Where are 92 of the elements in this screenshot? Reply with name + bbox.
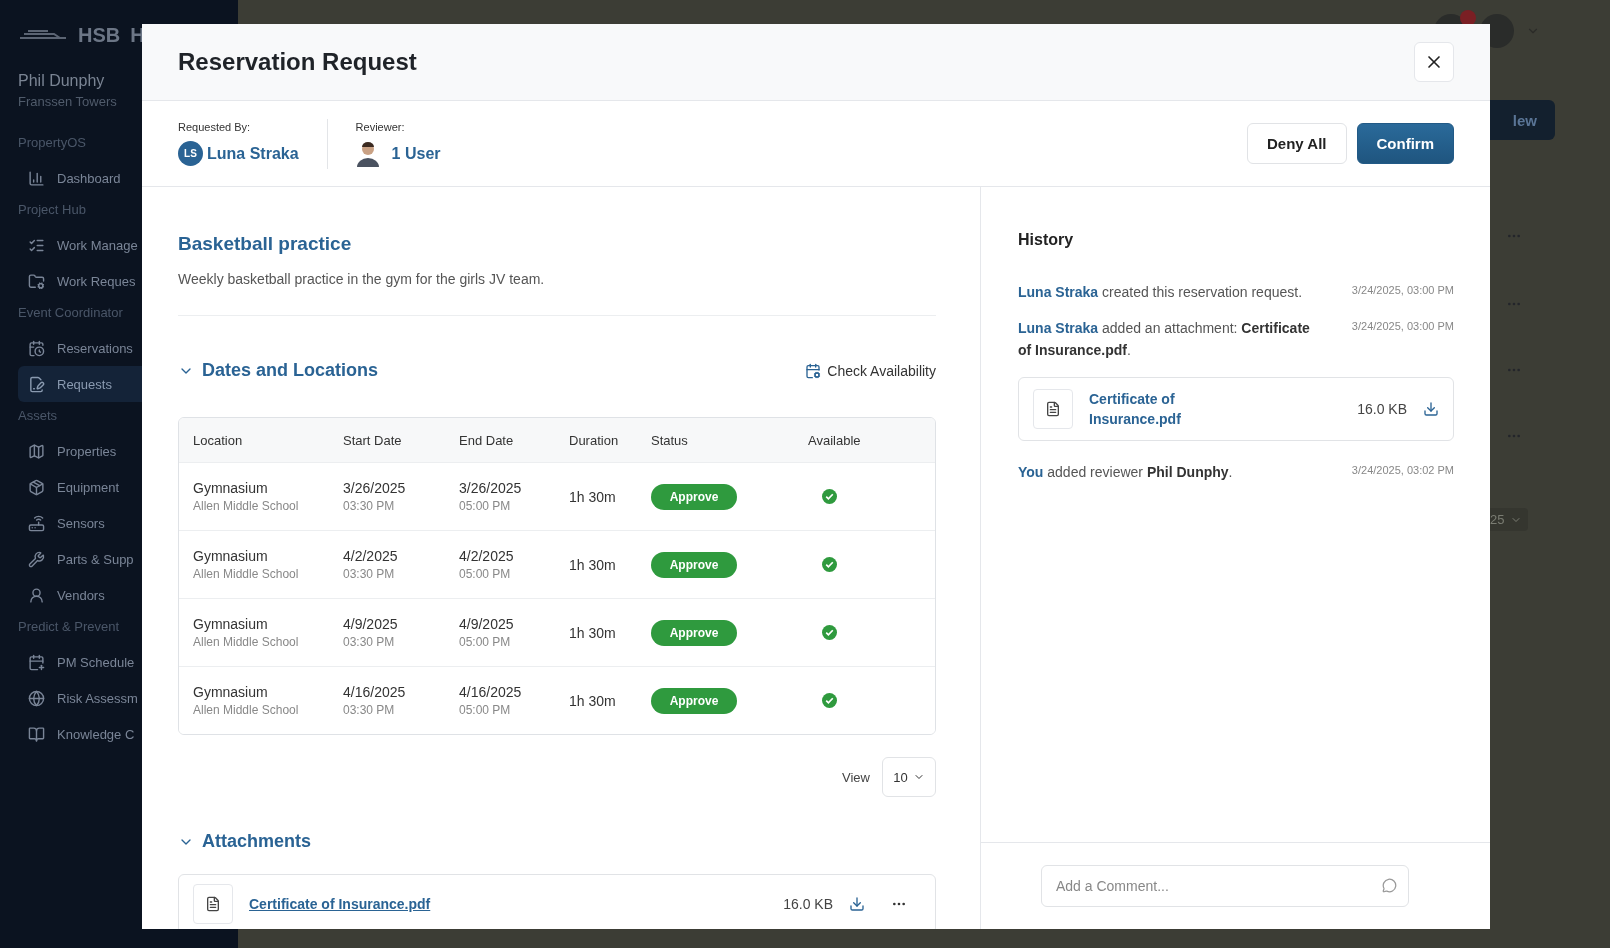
end-time: 05:00 PM: [459, 635, 512, 649]
column-header: End Date: [459, 432, 515, 448]
folder-icon: [28, 272, 45, 290]
end-date: 4/9/2025: [459, 616, 515, 632]
start-time: 03:30 PM: [343, 703, 396, 717]
property-name: Franssen Towers: [18, 94, 118, 109]
duration: 1h 30m: [569, 556, 617, 573]
person-icon: [28, 586, 45, 604]
start-time: 03:30 PM: [343, 567, 396, 581]
sidebar-section-title: PropertyOS: [18, 135, 86, 150]
column-header: Duration: [569, 432, 620, 448]
sidebar-section-title: Project Hub: [18, 202, 86, 217]
start-date: 4/2/2025: [343, 548, 399, 564]
event-title: Basketball practice: [178, 233, 353, 255]
tools-icon: [28, 550, 45, 568]
file-icon: [193, 884, 233, 924]
calendar-gear-icon: [805, 362, 822, 379]
bar-chart-icon: [28, 169, 45, 187]
calendar-plus-icon: [28, 653, 45, 671]
approve-button[interactable]: Approve: [651, 551, 737, 578]
approve-button[interactable]: Approve: [651, 483, 737, 510]
school-name: Allen Middle School: [193, 499, 300, 513]
start-time: 03:30 PM: [343, 499, 396, 513]
dialog-title: Reservation Request: [178, 48, 417, 76]
attachment-link[interactable]: Certificate of Insurance.pdf: [249, 896, 768, 912]
timestamp: 3/24/2025, 03:00 PM: [1351, 283, 1454, 298]
end-time: 05:00 PM: [459, 499, 512, 513]
event-description: Weekly basketball practice in the gym for the girls JV team.: [178, 271, 936, 316]
history-entry: Luna Straka added an attachment: Certificate of Insurance.pdf.: [1018, 319, 1310, 360]
column-header: Status: [651, 432, 689, 448]
deny-button[interactable]: Deny All: [1247, 123, 1347, 164]
column-header: Available: [808, 432, 862, 448]
close-button[interactable]: [1414, 42, 1454, 82]
duration: 1h 30m: [569, 488, 617, 505]
section-toggle[interactable]: Attachments: [178, 831, 312, 852]
school-name: Allen Middle School: [193, 703, 300, 717]
person-avatar: [355, 140, 380, 167]
logo-text: HSB: [78, 23, 121, 47]
start-time: 03:30 PM: [343, 635, 396, 649]
duration: 1h 30m: [569, 692, 617, 709]
check-availability-button[interactable]: Check Availability: [805, 362, 936, 379]
router-icon: [28, 514, 45, 532]
file-size: 16.0 KB: [1357, 401, 1407, 417]
end-date: 4/2/2025: [459, 548, 515, 564]
page-size-select[interactable]: 10: [882, 757, 936, 797]
column-header: Start Date: [343, 432, 403, 448]
sidebar-section-title: Assets: [18, 408, 57, 423]
end-time: 05:00 PM: [459, 567, 512, 581]
file-size: 16.0 KB: [783, 896, 833, 912]
history-title: History: [1018, 231, 1075, 249]
calendar-icon: [28, 339, 45, 357]
timestamp: 3/24/2025, 03:00 PM: [1351, 319, 1454, 334]
confirm-button[interactable]: Confirm: [1356, 123, 1454, 164]
approve-button[interactable]: Approve: [651, 619, 737, 646]
location-name: Gymnasium: [193, 684, 269, 700]
end-time: 05:00 PM: [459, 703, 512, 717]
comment-icon[interactable]: [1382, 878, 1397, 893]
start-date: 4/16/2025: [343, 684, 407, 700]
end-date: 4/16/2025: [459, 684, 523, 700]
box-icon: [28, 478, 45, 496]
field-label: Requested By:: [178, 121, 252, 133]
view-label: View: [842, 769, 870, 785]
approve-button[interactable]: Approve: [651, 687, 737, 714]
download-icon[interactable]: [1423, 401, 1439, 417]
download-icon[interactable]: [849, 896, 865, 912]
comment-field[interactable]: Add a Comment...: [1041, 865, 1409, 907]
location-name: Gymnasium: [193, 548, 269, 564]
location-name: Gymnasium: [193, 480, 269, 496]
reviewer-link[interactable]: 1 User: [391, 144, 441, 163]
book-icon: [28, 725, 45, 743]
start-date: 4/9/2025: [343, 616, 399, 632]
timestamp: 3/24/2025, 03:02 PM: [1351, 463, 1454, 478]
user-name: Phil Dunphy: [18, 72, 106, 90]
file-icon: [1033, 389, 1073, 429]
attachment-link[interactable]: Certificate of Insurance.pdf: [1089, 389, 1208, 429]
sidebar-section-title: Predict & Prevent: [18, 619, 120, 634]
school-name: Allen Middle School: [193, 635, 300, 649]
start-date: 3/26/2025: [343, 480, 407, 496]
initials-avatar: LS: [178, 141, 203, 166]
column-header: Location: [193, 432, 244, 448]
requester-name[interactable]: Luna Straka: [207, 144, 299, 163]
location-name: Gymnasium: [193, 616, 269, 632]
duration: 1h 30m: [569, 624, 617, 641]
history-entry: Luna Straka created this reservation request.: [1018, 283, 1303, 302]
map-icon: [28, 442, 45, 460]
sidebar-section-title: Event Coordinator: [18, 305, 123, 320]
sidebar-item[interactable]: Knowledge C: [18, 716, 238, 752]
history-entry: You added reviewer Phil Dunphy.: [1018, 463, 1233, 482]
globe-icon: [28, 689, 45, 707]
edit-icon: [28, 375, 45, 393]
end-date: 3/26/2025: [459, 480, 523, 496]
field-label: Reviewer:: [355, 120, 406, 133]
